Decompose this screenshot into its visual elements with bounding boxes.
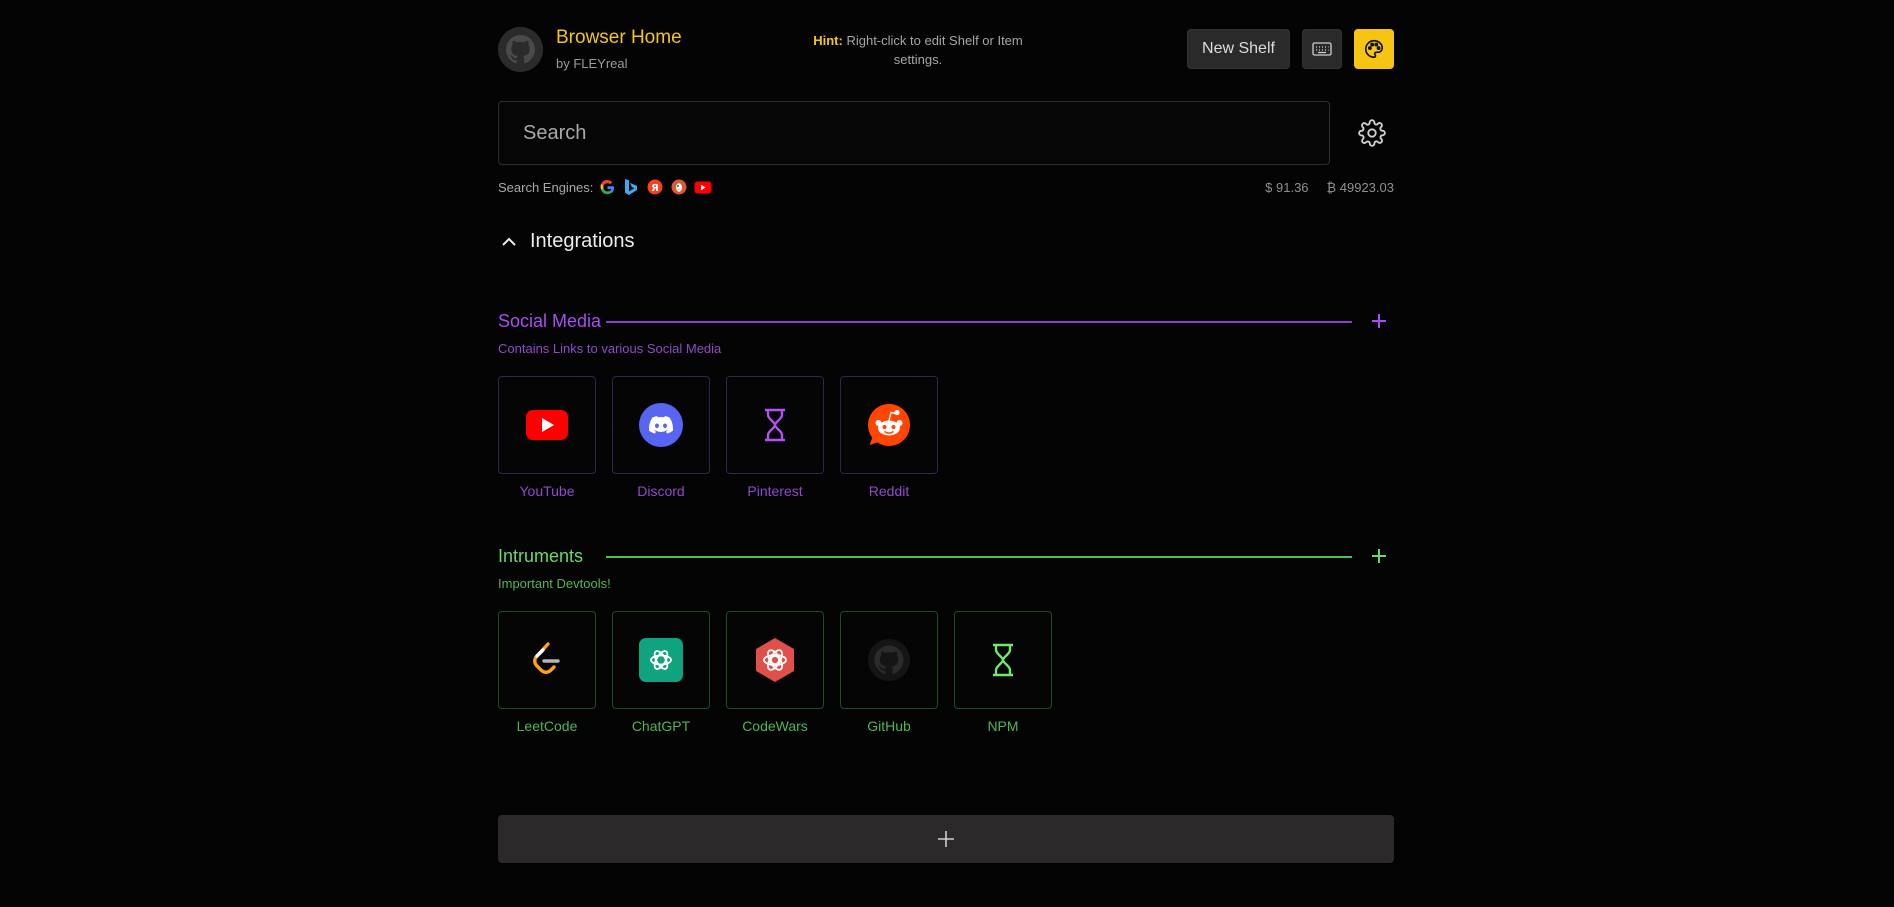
hint-text: Hint: Right-click to edit Shelf or Item … [798, 31, 1038, 69]
app-title: Browser Home [556, 27, 682, 48]
shelf-divider [606, 321, 1352, 323]
github-avatar-icon[interactable] [498, 27, 543, 72]
youtube-icon [526, 410, 568, 440]
currency-rates: $ 91.36 ₿ 49923.03 [1247, 180, 1394, 195]
chatgpt-icon [639, 638, 683, 682]
tile-leetcode[interactable] [498, 611, 596, 709]
google-icon[interactable] [598, 178, 616, 196]
hint-label: Hint: [813, 33, 843, 48]
discord-icon [639, 403, 683, 447]
tile-label: ChatGPT [631, 718, 691, 734]
tile-label: GitHub [867, 718, 911, 734]
keyboard-shortcuts-button[interactable] [1302, 29, 1342, 69]
shelf-title[interactable]: Social Media [498, 311, 601, 332]
new-shelf-button[interactable]: New Shelf [1187, 29, 1290, 69]
chevron-up-icon [502, 237, 516, 246]
svg-text:Я: Я [651, 183, 659, 194]
theme-button[interactable] [1354, 29, 1394, 69]
github-icon [868, 639, 910, 681]
tile-label: Pinterest [747, 483, 803, 499]
shelf-description: Contains Links to various Social Media [498, 341, 722, 356]
bing-icon[interactable] [622, 178, 640, 196]
hourglass-icon [765, 408, 785, 442]
yandex-icon[interactable]: Я [646, 178, 664, 196]
add-item-button[interactable] [1368, 545, 1390, 567]
palette-icon [1365, 39, 1384, 59]
add-shelf-button[interactable] [498, 815, 1394, 863]
plus-icon [1372, 314, 1386, 328]
integrations-label: Integrations [530, 230, 635, 252]
duckduckgo-icon[interactable] [670, 178, 688, 196]
tile-chatgpt[interactable] [612, 611, 710, 709]
integrations-toggle[interactable]: Integrations [498, 230, 635, 253]
tile-github[interactable] [840, 611, 938, 709]
plus-icon [938, 831, 954, 847]
page: Browser Home by FLEYreal Hint: Right-cli… [498, 0, 1394, 907]
hourglass-icon [993, 643, 1013, 677]
tile-label: YouTube [519, 483, 575, 499]
btc-rate: ₿ 49923.03 [1326, 180, 1394, 195]
tile-codewars[interactable] [726, 611, 824, 709]
search-engines-label: Search Engines: [498, 180, 594, 195]
search-input[interactable] [498, 101, 1330, 165]
tile-youtube[interactable] [498, 376, 596, 474]
tile-label: Reddit [868, 483, 910, 499]
app-byline: by FLEYreal [556, 56, 628, 71]
plus-icon [1372, 549, 1386, 563]
shelf-title[interactable]: Intruments [498, 546, 583, 567]
hint-body: Right-click to edit Shelf or Item settin… [842, 33, 1023, 67]
usd-rate: $ 91.36 [1265, 180, 1309, 195]
settings-gear-icon[interactable] [1358, 119, 1386, 147]
add-item-button[interactable] [1368, 310, 1390, 332]
tile-npm[interactable] [954, 611, 1052, 709]
youtube-icon[interactable] [694, 178, 712, 196]
shelf-divider [606, 556, 1352, 558]
tile-label: NPM [987, 718, 1019, 734]
shelf-description: Important Devtools! [498, 576, 611, 591]
tile-pinterest[interactable] [726, 376, 824, 474]
tile-label: CodeWars [742, 718, 808, 734]
tile-reddit[interactable] [840, 376, 938, 474]
tile-label: LeetCode [516, 718, 578, 734]
tile-label: Discord [637, 483, 685, 499]
leetcode-icon [533, 642, 560, 674]
reddit-icon [868, 403, 911, 446]
keyboard-icon [1312, 42, 1332, 56]
codewars-icon [756, 638, 794, 682]
tile-discord[interactable] [612, 376, 710, 474]
